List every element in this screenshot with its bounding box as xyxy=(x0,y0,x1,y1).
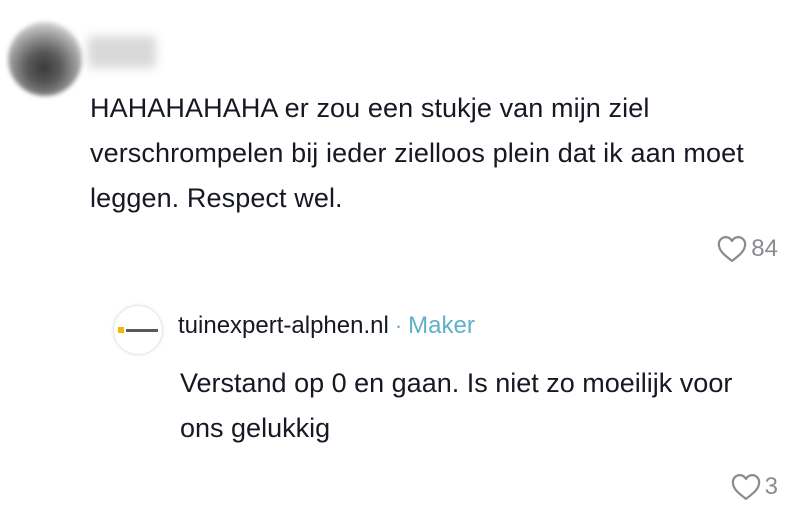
comment-like-count: 84 xyxy=(751,235,778,262)
commenter-username-redacted[interactable] xyxy=(88,36,156,68)
tuinexpert-logo xyxy=(118,327,158,333)
commenter-avatar[interactable] xyxy=(8,22,82,96)
comment-text: HAHAHAHAHA er zou een stukje van mijn zi… xyxy=(90,93,744,213)
reply-like-count: 3 xyxy=(764,473,778,500)
reply-like-button[interactable]: 3 xyxy=(731,473,778,501)
heart-outline-icon xyxy=(717,235,747,263)
reply-text: Verstand op 0 en gaan. Is niet zo moeili… xyxy=(180,368,733,443)
reply-avatar[interactable] xyxy=(113,305,163,355)
comment-like-button[interactable]: 84 xyxy=(717,235,778,263)
creator-badge: Maker xyxy=(408,312,475,339)
reply-username[interactable]: tuinexpert-alphen.nl xyxy=(178,312,389,340)
reply-header: tuinexpert-alphen.nl · Maker xyxy=(178,312,475,340)
heart-outline-icon xyxy=(731,473,761,501)
reply-separator: · xyxy=(394,313,403,338)
